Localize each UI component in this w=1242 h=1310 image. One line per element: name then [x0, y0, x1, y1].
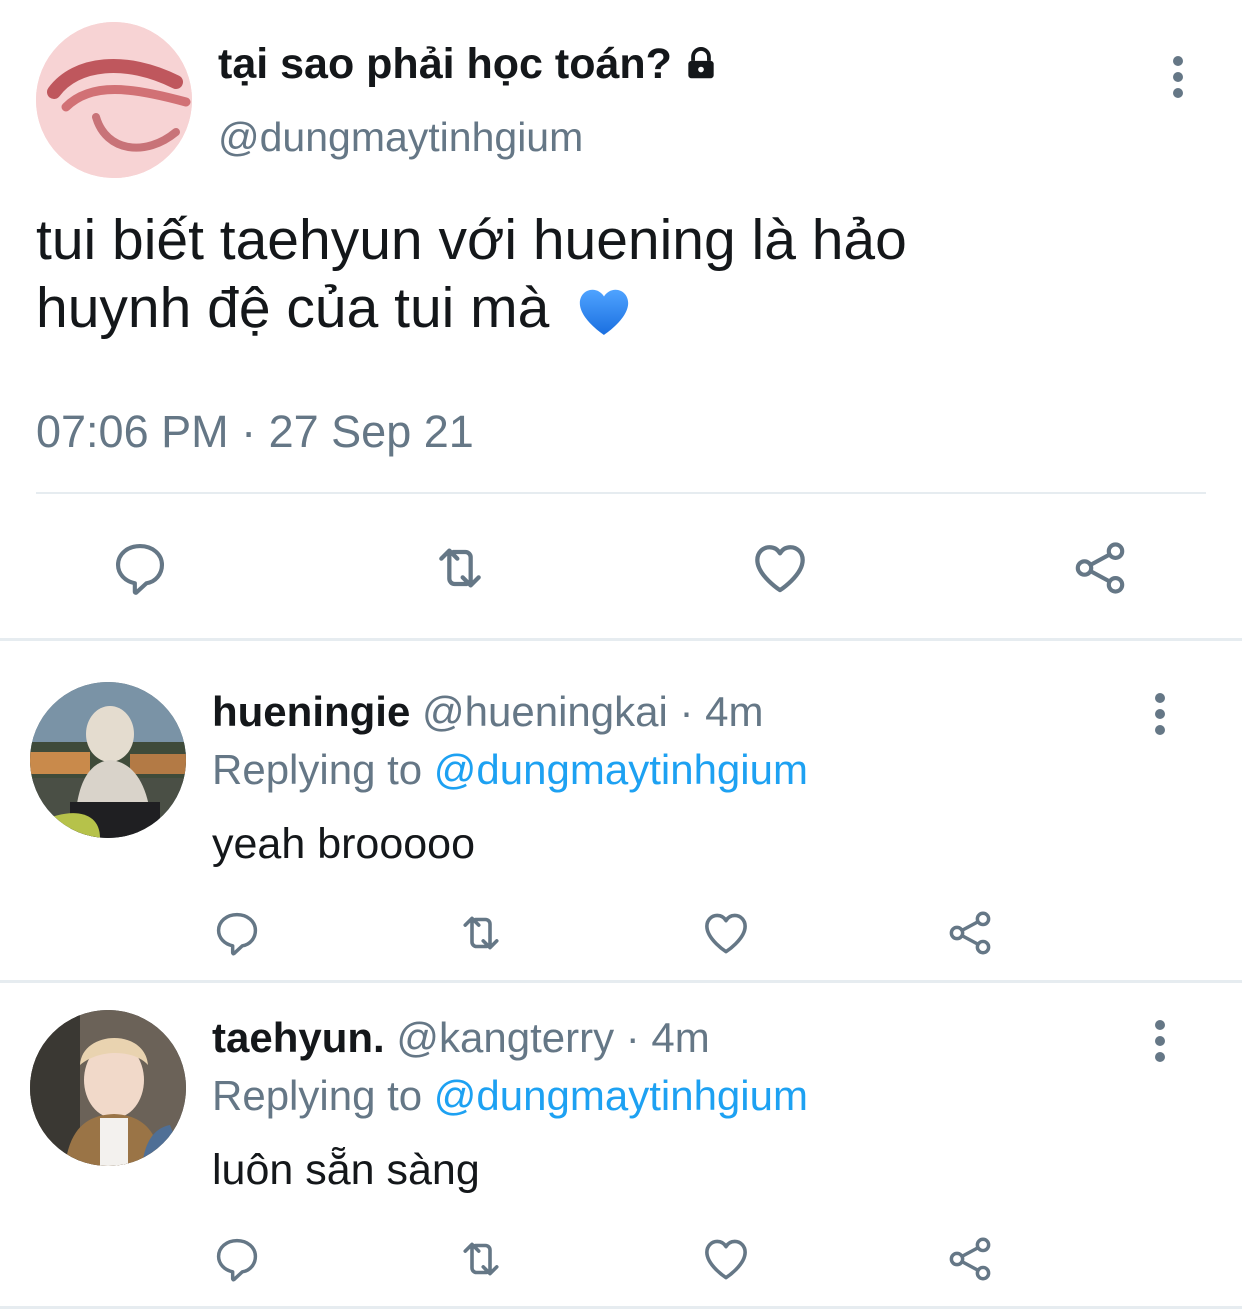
display-name[interactable]: taehyun. [212, 1014, 385, 1061]
more-options-icon[interactable] [1155, 1020, 1167, 1068]
retweet-button[interactable] [428, 536, 492, 600]
reply-text: yeah brooooo [212, 820, 475, 868]
retweet-button[interactable] [454, 1232, 508, 1286]
share-button[interactable] [1068, 536, 1132, 600]
section-divider [0, 638, 1242, 641]
more-options-icon[interactable] [1155, 693, 1167, 741]
like-button[interactable] [699, 1232, 753, 1286]
share-button[interactable] [943, 1232, 997, 1286]
like-icon [699, 906, 753, 960]
retweet-icon [428, 535, 492, 601]
replying-to: Replying to @dungmaytinhgium [212, 1070, 808, 1122]
reply-header: hueningie @hueningkai · 4m [212, 686, 764, 738]
avatar[interactable] [30, 682, 186, 838]
blue-heart-emoji [575, 283, 633, 341]
tweet-text-line-2: huynh đệ của tui mà [36, 274, 1206, 342]
reply-icon [109, 537, 171, 599]
avatar[interactable] [30, 1010, 186, 1166]
share-icon [944, 907, 996, 959]
reply-time[interactable]: · 4m [680, 688, 764, 735]
reply-button[interactable] [210, 1232, 264, 1286]
reply-button[interactable] [108, 536, 172, 600]
replying-to-label: Replying to [212, 746, 423, 793]
retweet-icon [454, 1231, 508, 1287]
reply-text: luôn sẵn sàng [212, 1146, 480, 1194]
reply-button[interactable] [210, 906, 264, 960]
display-name[interactable]: tại sao phải học toán? [218, 38, 720, 90]
like-icon [748, 536, 812, 600]
replying-to-handle-link[interactable]: @dungmaytinhgium [434, 1072, 808, 1119]
handle[interactable]: @hueningkai [422, 688, 668, 735]
like-button[interactable] [699, 906, 753, 960]
avatar[interactable] [36, 22, 192, 178]
reply-icon [211, 907, 263, 959]
section-divider [0, 980, 1242, 983]
handle[interactable]: @kangterry [396, 1014, 614, 1061]
divider [36, 492, 1206, 494]
replying-to-label: Replying to [212, 1072, 423, 1119]
share-icon [1069, 537, 1131, 599]
replying-to: Replying to @dungmaytinhgium [212, 744, 808, 796]
lock-icon [682, 45, 720, 83]
share-button[interactable] [943, 906, 997, 960]
section-divider [0, 1306, 1242, 1309]
share-icon [944, 1233, 996, 1285]
like-icon [699, 1232, 753, 1286]
more-options-icon[interactable] [1173, 56, 1185, 104]
handle[interactable]: @dungmaytinhgium [218, 112, 583, 162]
tweet-text-line-1: tui biết taehyun với huening là hảo [36, 208, 907, 272]
retweet-icon [454, 905, 508, 961]
like-button[interactable] [748, 536, 812, 600]
replying-to-handle-link[interactable]: @dungmaytinhgium [434, 746, 808, 793]
tweet-text: tui biết taehyun với huening là hảo huyn… [36, 206, 1206, 342]
display-name[interactable]: hueningie [212, 688, 410, 735]
reply-header: taehyun. @kangterry · 4m [212, 1012, 710, 1064]
reply-icon [211, 1233, 263, 1285]
retweet-button[interactable] [454, 906, 508, 960]
reply-time[interactable]: · 4m [626, 1014, 710, 1061]
display-name-text: tại sao phải học toán? [218, 40, 672, 88]
timestamp[interactable]: 07:06 PM · 27 Sep 21 [36, 404, 474, 460]
